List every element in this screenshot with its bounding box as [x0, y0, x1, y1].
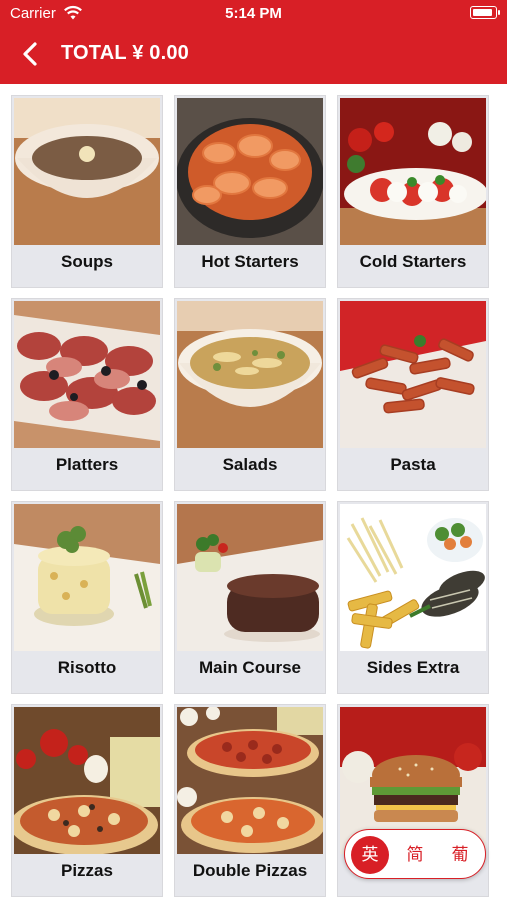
- category-card-cold-starters[interactable]: Cold Starters: [337, 95, 489, 288]
- category-image: [340, 301, 486, 448]
- category-label: Soups: [61, 252, 113, 271]
- clock: 5:14 PM: [225, 5, 282, 22]
- category-label: Double Pizzas: [192, 861, 308, 880]
- category-image: [340, 98, 486, 245]
- page-title: TOTAL ¥ 0.00: [61, 42, 190, 64]
- category-card-double-pizzas[interactable]: Double Pizzas: [174, 704, 326, 897]
- status-bar: Carrier 5:14 PM: [0, 5, 507, 25]
- category-card-sides-extra[interactable]: Sides Extra: [337, 501, 489, 694]
- chevron-left-icon[interactable]: [18, 40, 44, 68]
- category-label: Platters: [55, 455, 119, 474]
- category-label: Sides Extra: [366, 658, 460, 677]
- category-label: Cold Starters: [359, 252, 467, 271]
- category-label: Pizzas: [61, 861, 113, 880]
- language-option-english[interactable]: 英: [351, 836, 389, 874]
- category-image: [340, 504, 486, 651]
- language-switcher: 英 简 葡: [344, 829, 486, 879]
- navigation-bar: Carrier 5:14 PM TOTAL ¥ 0.00: [0, 0, 507, 84]
- category-image: [14, 504, 160, 651]
- category-card-salads[interactable]: Salads: [174, 298, 326, 491]
- category-label: Main Course: [198, 658, 302, 677]
- category-label: Salads: [222, 455, 278, 474]
- category-image: [177, 98, 323, 245]
- category-image: [177, 707, 323, 854]
- category-image: [14, 98, 160, 245]
- category-card-platters[interactable]: Platters: [11, 298, 163, 491]
- battery-icon: [470, 6, 500, 19]
- category-label: Pasta: [390, 455, 436, 474]
- language-option-portuguese[interactable]: 葡: [441, 836, 479, 874]
- category-card-pasta[interactable]: Pasta: [337, 298, 489, 491]
- language-option-simplified-chinese[interactable]: 简: [396, 836, 434, 874]
- category-image: [14, 707, 160, 854]
- category-card-main-course[interactable]: Main Course: [174, 501, 326, 694]
- category-card-risotto[interactable]: Risotto: [11, 501, 163, 694]
- category-card-pizzas[interactable]: Pizzas: [11, 704, 163, 897]
- category-image: [14, 301, 160, 448]
- category-image: [177, 301, 323, 448]
- category-label: Risotto: [57, 658, 117, 677]
- category-label: Hot Starters: [201, 252, 299, 271]
- category-card-soups[interactable]: Soups: [11, 95, 163, 288]
- category-card-hot-starters[interactable]: Hot Starters: [174, 95, 326, 288]
- category-image: [177, 504, 323, 651]
